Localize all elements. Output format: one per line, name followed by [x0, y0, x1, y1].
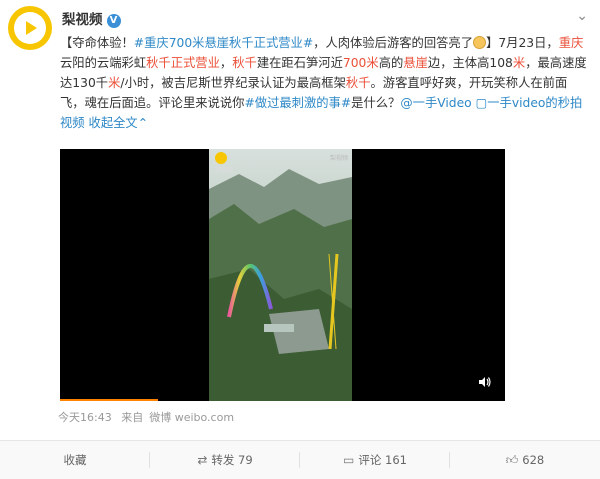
text-link[interactable]: ⌃	[138, 116, 148, 130]
keyword-highlight: 米	[512, 56, 526, 70]
repost-button[interactable]: ⇄ 转发 79	[150, 441, 300, 479]
post-time[interactable]: 今天16:43	[58, 411, 112, 424]
post-text: 【夺命体验！#重庆700米悬崖秋千正式营业#，人肉体验后游客的回答亮了 】7月23…	[60, 33, 590, 133]
like-button[interactable]: 👍︎ 628	[450, 441, 600, 479]
author-name-row[interactable]: 梨视频 V	[62, 8, 121, 28]
keyword-highlight: 秋千	[345, 76, 371, 90]
verified-icon: V	[106, 14, 121, 28]
author-name[interactable]: 梨视频	[62, 12, 103, 28]
favorite-label: 收藏	[63, 453, 87, 467]
text-link[interactable]: #重庆700米悬崖秋千正式营业#	[134, 36, 313, 50]
text-run: 建在距石笋河近	[256, 56, 343, 70]
text-run: 是什么？	[351, 96, 401, 110]
weibo-post-card: 梨视频 V ⌄ 【夺命体验！#重庆700米悬崖秋千正式营业#，人肉体验后游客的回答…	[0, 0, 600, 479]
keyword-highlight: 秋千	[232, 56, 257, 70]
text-run: /小时，被吉尼斯世界纪录认证为最高框架	[120, 76, 346, 90]
keyword-highlight: 悬崖	[403, 56, 428, 70]
more-options-icon[interactable]: ⌄	[576, 8, 588, 24]
favorite-button[interactable]: 收藏	[0, 441, 150, 479]
text-link[interactable]: 收起全文	[89, 116, 138, 130]
emoji-icon	[473, 36, 487, 49]
text-run: 高的	[378, 56, 404, 70]
text-run: 边，主体高108	[427, 56, 513, 70]
video-watermark: 梨视频	[330, 155, 349, 162]
like-count: 628	[522, 453, 545, 467]
keyword-highlight: 秋千正式营业	[146, 56, 220, 70]
keyword-highlight: 米	[108, 76, 121, 90]
video-player[interactable]: 梨视频 梨视频	[60, 149, 505, 401]
keyword-highlight: 700米	[342, 56, 379, 70]
repost-label: 转发 79	[211, 453, 253, 467]
post-meta: 今天16:43 来自 微博 weibo.com	[58, 409, 240, 425]
text-run: ，人肉体验后游客的回答亮了	[313, 36, 474, 50]
text-run: 【夺命体验！	[60, 36, 134, 50]
thumbs-up-icon: 👍︎	[505, 452, 519, 467]
volume-icon[interactable]	[479, 377, 491, 387]
comment-icon: ▭	[343, 453, 355, 467]
source-prefix: 来自	[121, 411, 144, 424]
video-progress-bar[interactable]	[60, 399, 158, 401]
comment-button[interactable]: ▭ 评论 161	[300, 441, 450, 479]
text-run: 云阳的云端彩虹	[60, 56, 147, 70]
video-frame-thumbnail	[209, 149, 352, 401]
text-link[interactable]: @一手Video	[400, 96, 471, 110]
post-source[interactable]: 微博 weibo.com	[149, 411, 234, 424]
keyword-highlight: 重庆	[558, 36, 584, 50]
text-run: ，	[219, 56, 233, 70]
comment-label: 评论 161	[358, 453, 407, 467]
video-channel-logo-icon	[215, 152, 227, 164]
text-run: 】7月23日，	[486, 36, 559, 50]
repost-icon: ⇄	[197, 453, 208, 467]
pear-video-logo-icon	[14, 12, 46, 44]
video-channel-logo-text: 梨视频	[215, 167, 234, 174]
author-avatar[interactable]	[8, 6, 52, 50]
text-link[interactable]: #做过最刺激的事#	[244, 96, 351, 110]
action-bar: 收藏 ⇄ 转发 79 ▭ 评论 161 👍︎ 628	[0, 440, 600, 479]
